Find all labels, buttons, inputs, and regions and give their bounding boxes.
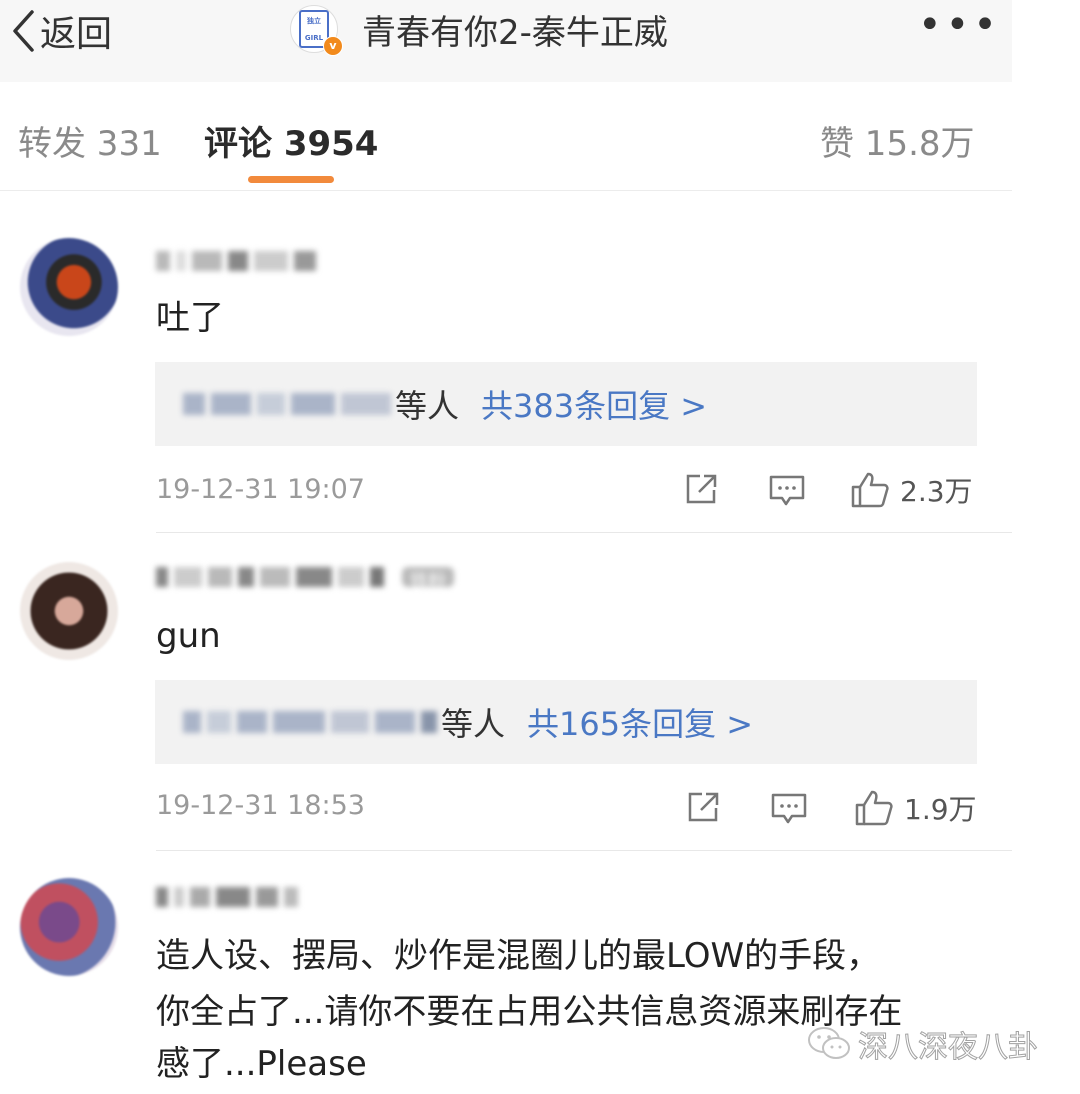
share-icon	[686, 474, 717, 504]
tab-likes[interactable]: 赞 15.8万	[820, 116, 975, 165]
username-blurred[interactable]	[156, 882, 298, 912]
reply-users-suffix: 等人	[441, 705, 506, 743]
avatar[interactable]	[20, 878, 118, 976]
post-title-area: 独立 GIRL v 青春有你2-秦牛正威	[290, 0, 668, 58]
like-count: 1.9万	[904, 793, 977, 826]
chevron-left-icon	[13, 10, 34, 52]
reply-users-blurred	[183, 711, 437, 733]
fan-badge: 铁粉	[402, 567, 454, 592]
comment-text: gun	[156, 616, 221, 656]
comment-icon	[771, 793, 807, 824]
reply-count-link[interactable]: 共165条回复 >	[527, 699, 753, 745]
reply-count-link[interactable]: 共383条回复 >	[481, 381, 707, 427]
comment-divider	[156, 850, 1012, 851]
watermark-text: 深八深夜八卦	[858, 1030, 1039, 1066]
weibo-post-page: 返回 独立 GIRL v 青春有你2-秦牛正威 ••• 转发 331 评论 395…	[0, 0, 1039, 1094]
comment-text: 吐了	[156, 298, 224, 338]
comment-timestamp: 19-12-31 18:53	[156, 790, 365, 821]
more-button[interactable]: •••	[918, 5, 1001, 45]
comment-icon	[769, 475, 805, 506]
reply-button[interactable]	[770, 792, 808, 826]
back-label: 返回	[40, 14, 113, 55]
username-blurred[interactable]: 铁粉	[156, 562, 454, 592]
account-avatar[interactable]: 独立 GIRL v	[290, 5, 343, 56]
share-icon	[688, 792, 719, 822]
share-button[interactable]	[686, 790, 722, 824]
avatar[interactable]	[20, 238, 118, 336]
active-tab-indicator	[248, 176, 334, 183]
back-button[interactable]: 返回	[10, 8, 113, 55]
tab-repost[interactable]: 转发 331	[18, 116, 162, 165]
page-title: 青春有你2-秦牛正威	[362, 12, 668, 53]
reply-users-suffix: 等人	[395, 387, 460, 425]
wechat-watermark: 深八深夜八卦	[806, 1022, 1039, 1066]
like-button[interactable]: 1.9万	[854, 788, 977, 828]
comment-text-line-3: 感了...Please	[156, 1044, 367, 1084]
comment-text-line-2: 你全占了...请你不要在占用公共信息资源来刷存在	[156, 992, 903, 1032]
verified-icon: v	[323, 36, 343, 56]
comment-divider	[156, 532, 1012, 533]
top-nav-bar: 返回 独立 GIRL v 青春有你2-秦牛正威 •••	[0, 0, 1012, 83]
like-count: 2.3万	[900, 475, 973, 508]
wechat-icon	[808, 1027, 850, 1059]
reply-summary[interactable]: 等人 共165条回复 >	[155, 680, 977, 764]
reply-users-blurred	[183, 393, 391, 415]
post-tabs: 转发 331 评论 3954 赞 15.8万	[0, 82, 1012, 191]
reply-summary[interactable]: 等人 共383条回复 >	[155, 362, 977, 446]
username-blurred[interactable]	[156, 246, 316, 276]
like-button[interactable]: 2.3万	[850, 470, 973, 510]
reply-button[interactable]	[768, 474, 806, 508]
tab-comments[interactable]: 评论 3954	[204, 116, 378, 165]
comment-text-line-1: 造人设、摆局、炒作是混圈儿的最LOW的手段，	[156, 936, 881, 976]
comment-timestamp: 19-12-31 19:07	[156, 474, 365, 505]
more-dots-icon: •••	[918, 2, 1001, 48]
thumbs-up-icon	[851, 472, 889, 508]
thumbs-up-icon	[855, 790, 893, 826]
avatar[interactable]	[20, 562, 118, 660]
share-button[interactable]	[684, 472, 720, 506]
